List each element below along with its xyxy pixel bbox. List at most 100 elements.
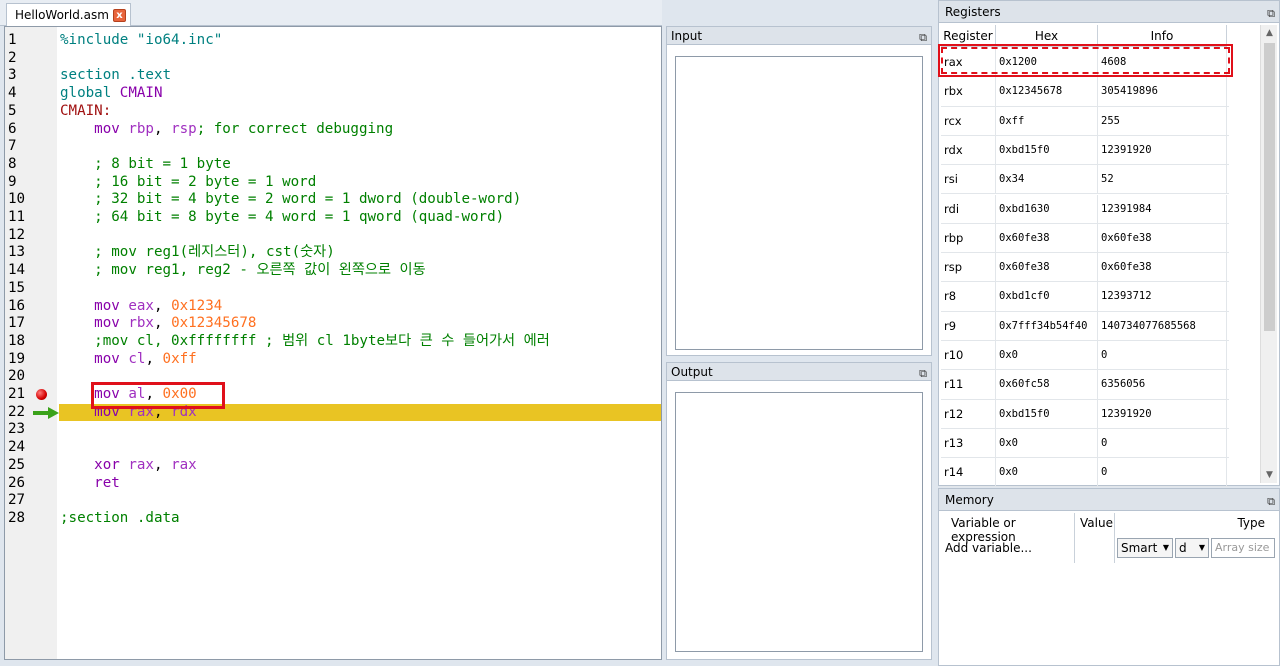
register-hex-cell: 0x60fc58 bbox=[996, 370, 1098, 399]
line-number: 7 bbox=[8, 138, 17, 155]
code-line[interactable]: 9 ; 16 bit = 2 byte = 1 word bbox=[5, 174, 661, 192]
scroll-up-icon[interactable]: ▲ bbox=[1261, 25, 1278, 41]
code-line[interactable]: 5 CMAIN: bbox=[5, 103, 661, 121]
code-line[interactable]: 6 mov rbp, rsp; for correct debugging bbox=[5, 121, 661, 139]
code-line[interactable]: 2 bbox=[5, 50, 661, 68]
line-number: 21 bbox=[8, 386, 26, 402]
code-token: eax bbox=[128, 297, 154, 314]
float-icon[interactable]: ⧉ bbox=[919, 29, 927, 47]
register-info-cell: 6356056 bbox=[1098, 370, 1227, 399]
header-register[interactable]: Register bbox=[941, 25, 996, 47]
line-number: 1 bbox=[8, 32, 17, 48]
code-line[interactable]: 17 mov rbx, 0x12345678 bbox=[5, 315, 661, 333]
float-icon[interactable]: ⧉ bbox=[1267, 491, 1275, 513]
register-row-r13[interactable]: r13 0x0 0 bbox=[941, 428, 1229, 459]
code-line[interactable]: 26 ret bbox=[5, 475, 661, 493]
code-line[interactable]: 12 bbox=[5, 227, 661, 245]
code-line[interactable]: 10 ; 32 bit = 4 byte = 2 word = 1 dword … bbox=[5, 191, 661, 209]
line-number: 9 bbox=[8, 173, 17, 190]
register-reg-cell: r10 bbox=[941, 341, 996, 370]
register-reg-cell: rbx bbox=[941, 77, 996, 106]
register-hex-cell: 0x0 bbox=[996, 428, 1098, 458]
memory-header: Memory ⧉ bbox=[939, 489, 1279, 511]
code-line[interactable]: 24 bbox=[5, 439, 661, 457]
mode-select[interactable]: Smart ▼ bbox=[1117, 538, 1173, 558]
register-row-rbx[interactable]: rbx 0x12345678 305419896 bbox=[941, 77, 1229, 107]
code-line[interactable]: 15 bbox=[5, 280, 661, 298]
code-line[interactable]: 8 ; 8 bit = 1 byte bbox=[5, 156, 661, 174]
register-row-r10[interactable]: r10 0x0 0 bbox=[941, 341, 1229, 371]
output-panel-title: Output bbox=[671, 365, 713, 379]
code-token: section .text bbox=[60, 67, 172, 84]
register-row-rcx[interactable]: rcx 0xff 255 bbox=[941, 106, 1229, 136]
registers-header: Registers ⧉ bbox=[939, 1, 1279, 23]
register-row-rsi[interactable]: rsi 0x34 52 bbox=[941, 165, 1229, 195]
line-number: 26 bbox=[8, 474, 26, 491]
code-token: ;section .data bbox=[60, 509, 180, 526]
code-line[interactable]: 14 ; mov reg1, reg2 - 오른쪽 값이 왼쪽으로 이동 bbox=[5, 262, 661, 280]
register-row-rdx[interactable]: rdx 0xbd15f0 12391920 bbox=[941, 135, 1229, 166]
line-number: 10 bbox=[8, 191, 26, 208]
code-token: ; 64 bit = 8 byte = 4 word = 1 qword (qu… bbox=[60, 209, 505, 225]
scroll-down-icon[interactable]: ▼ bbox=[1261, 467, 1278, 483]
close-icon[interactable]: x bbox=[112, 8, 126, 22]
memory-col-variable-header[interactable]: Variable or expression bbox=[951, 516, 1074, 544]
code-line[interactable]: 16 mov eax, 0x1234 bbox=[5, 298, 661, 316]
line-number: 18 bbox=[8, 332, 26, 349]
current-line-arrow-icon bbox=[33, 406, 59, 419]
format-select[interactable]: d ▼ bbox=[1175, 538, 1209, 558]
code-line[interactable]: 11 ; 64 bit = 8 byte = 4 word = 1 qword … bbox=[5, 209, 661, 227]
registers-scrollbar[interactable]: ▲ ▼ bbox=[1260, 25, 1277, 483]
code-token: mov bbox=[60, 120, 129, 137]
code-line[interactable]: 23 bbox=[5, 421, 661, 439]
code-line[interactable]: 13 ; mov reg1(레지스터), cst(숫자) bbox=[5, 244, 661, 262]
code-line[interactable]: 3 section .text bbox=[5, 67, 661, 85]
register-reg-cell: rdx bbox=[941, 135, 996, 165]
code-line[interactable]: 28 ;section .data bbox=[5, 510, 661, 528]
code-line[interactable]: 4 global CMAIN bbox=[5, 85, 661, 103]
code-text: ;section .data bbox=[60, 510, 180, 528]
float-icon[interactable]: ⧉ bbox=[919, 365, 927, 383]
memory-col-type-header[interactable]: Type bbox=[1237, 516, 1265, 530]
code-line[interactable]: 27 bbox=[5, 492, 661, 510]
array-size-input[interactable]: Array size bbox=[1211, 538, 1275, 558]
register-row-r8[interactable]: r8 0xbd1cf0 12393712 bbox=[941, 282, 1229, 312]
breakpoint-icon[interactable] bbox=[36, 389, 47, 400]
code-token: , bbox=[153, 315, 172, 332]
code-line[interactable]: 18 ;mov cl, 0xffffffff ; 범위 cl 1byte보다 큰… bbox=[5, 333, 661, 351]
register-hex-cell: 0xbd15f0 bbox=[996, 135, 1098, 165]
register-hex-cell: 0xbd1630 bbox=[996, 194, 1098, 223]
register-row-r12[interactable]: r12 0xbd15f0 12391920 bbox=[941, 399, 1229, 429]
register-row-r9[interactable]: r9 0x7fff34b54f40 140734077685568 bbox=[941, 311, 1229, 341]
register-row-rdi[interactable]: rdi 0xbd1630 12391984 bbox=[941, 194, 1229, 224]
register-info-cell: 0 bbox=[1098, 458, 1227, 487]
code-text: ; 32 bit = 4 byte = 2 word = 1 dword (do… bbox=[60, 191, 521, 209]
annotation-box-rax-row bbox=[938, 44, 1233, 77]
code-token: , bbox=[153, 456, 172, 473]
register-row-r14[interactable]: r14 0x0 0 bbox=[941, 458, 1229, 488]
header-hex[interactable]: Hex bbox=[996, 25, 1098, 47]
line-number: 3 bbox=[8, 67, 17, 84]
register-reg-cell: rsi bbox=[941, 165, 996, 194]
code-text: ; 64 bit = 8 byte = 4 word = 1 qword (qu… bbox=[60, 209, 504, 227]
scrollbar-thumb[interactable] bbox=[1264, 43, 1275, 331]
memory-col-value-header[interactable]: Value bbox=[1080, 516, 1113, 530]
register-row-rsp[interactable]: rsp 0x60fe38 0x60fe38 bbox=[941, 253, 1229, 283]
register-info-cell: 12391920 bbox=[1098, 399, 1227, 428]
code-line[interactable]: 19 mov cl, 0xff bbox=[5, 351, 661, 369]
code-line[interactable]: 1 %include "io64.inc" bbox=[5, 32, 661, 50]
line-number: 2 bbox=[8, 49, 17, 66]
input-textarea[interactable] bbox=[675, 56, 923, 350]
line-number: 4 bbox=[8, 85, 17, 102]
code-editor[interactable]: 1 %include "io64.inc" 2 3 section .text 4 glob… bbox=[4, 26, 662, 660]
register-reg-cell: rsp bbox=[941, 253, 996, 282]
code-line[interactable]: 25 xor rax, rax bbox=[5, 457, 661, 475]
code-line[interactable]: 7 bbox=[5, 138, 661, 156]
register-row-rbp[interactable]: rbp 0x60fe38 0x60fe38 bbox=[941, 223, 1229, 254]
register-row-r11[interactable]: r11 0x60fc58 6356056 bbox=[941, 370, 1229, 400]
header-info[interactable]: Info bbox=[1098, 25, 1227, 47]
output-textarea[interactable] bbox=[675, 392, 923, 652]
float-icon[interactable]: ⧉ bbox=[1267, 3, 1275, 25]
add-variable-field[interactable]: Add variable... bbox=[945, 541, 1032, 555]
tab-helloworld-asm[interactable]: HelloWorld.asm x bbox=[6, 3, 131, 26]
